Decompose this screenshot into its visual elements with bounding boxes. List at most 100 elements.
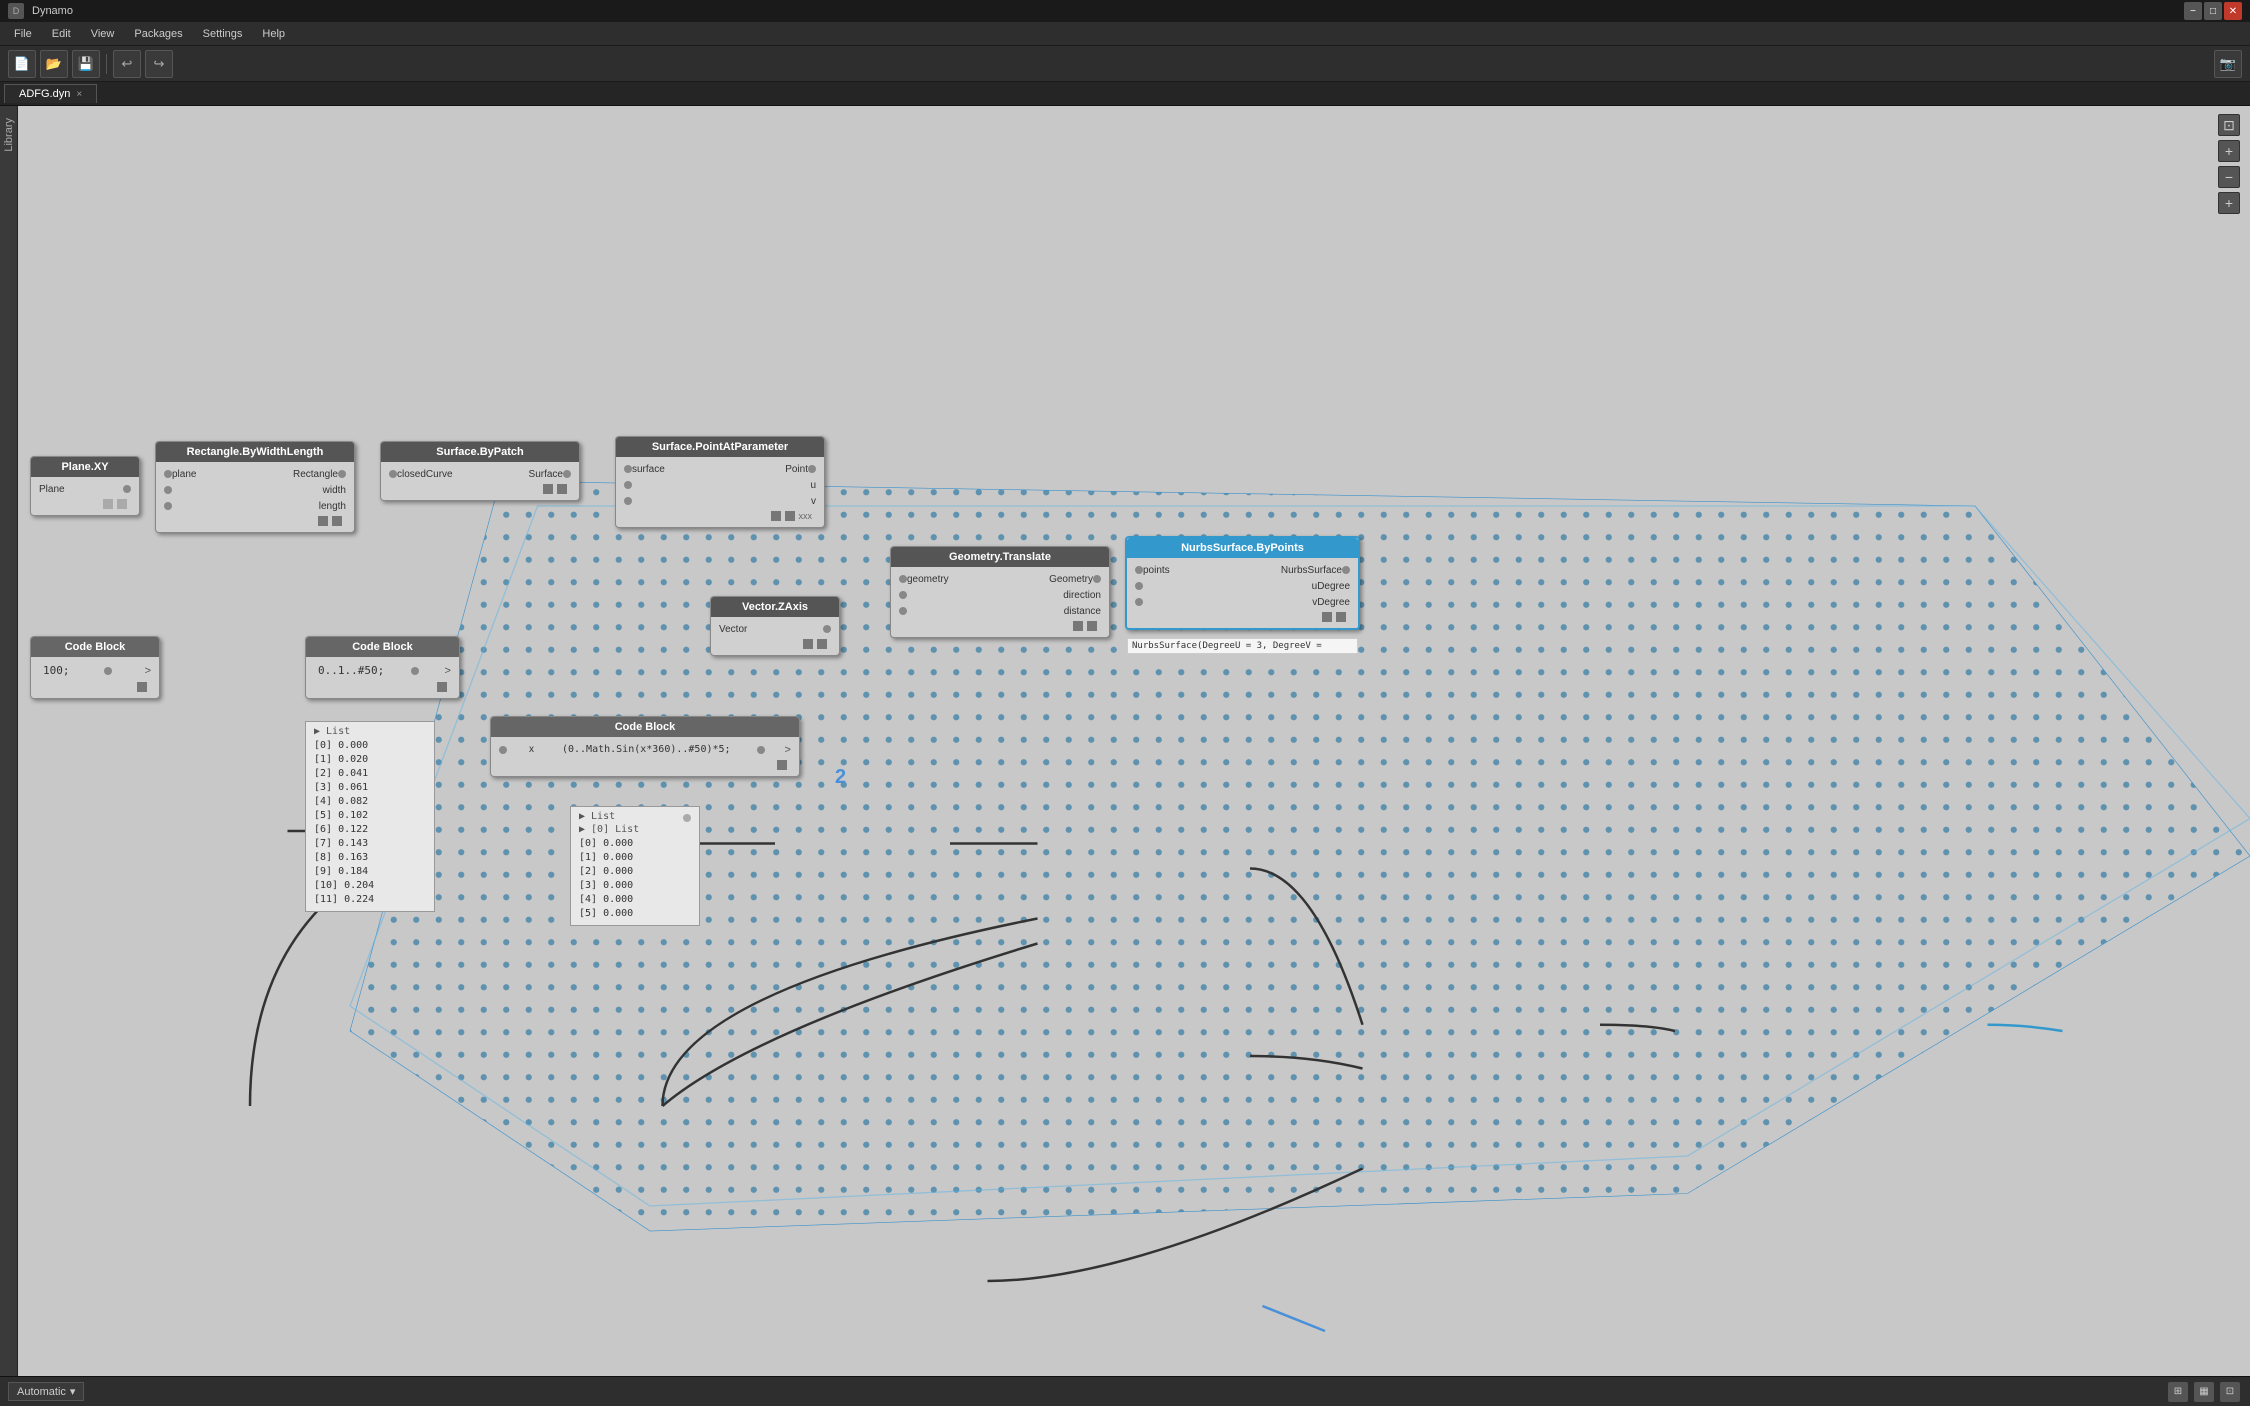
node-rectangle[interactable]: Rectangle.ByWidthLength plane Rectangle … [155, 441, 355, 533]
node-nurbs-surface[interactable]: NurbsSurface.ByPoints points NurbsSurfac… [1125, 536, 1360, 630]
gt-freeze-icon[interactable] [1073, 621, 1083, 631]
tab-adfg[interactable]: ADFG.dyn × [4, 84, 97, 103]
app-title: Dynamo [32, 5, 73, 17]
cb100-freeze-icon[interactable] [137, 682, 147, 692]
port-distance-dot[interactable] [899, 607, 907, 615]
code-range-out-dot[interactable] [411, 667, 419, 675]
menu-packages[interactable]: Packages [124, 26, 192, 42]
close-button[interactable]: ✕ [2224, 2, 2242, 20]
port-nurbs-out-dot[interactable] [1342, 566, 1350, 574]
gt-preview-icon[interactable] [1087, 621, 1097, 631]
node-surface-pointatparam[interactable]: Surface.PointAtParameter surface Point u… [615, 436, 825, 528]
menu-settings[interactable]: Settings [193, 26, 253, 42]
port-plane-in-dot[interactable] [164, 470, 172, 478]
freeze-icon[interactable] [103, 499, 113, 509]
node-plane-xy-body: Plane [31, 477, 139, 515]
open-button[interactable]: 📂 [40, 50, 68, 78]
code-sin-out-dot[interactable] [757, 746, 765, 754]
minimize-button[interactable]: − [2184, 2, 2202, 20]
port-v-label: v [811, 496, 816, 507]
code-sin-x-dot[interactable] [499, 746, 507, 754]
node-code-block-range[interactable]: Code Block 0..1..#50; > [305, 636, 460, 699]
toolbar: 📄 📂 💾 ↩ ↪ 📷 [0, 46, 2250, 82]
rect-freeze-icon[interactable] [318, 516, 328, 526]
port-plane-dot[interactable] [123, 485, 131, 493]
port-direction-dot[interactable] [899, 591, 907, 599]
sb-freeze-icon[interactable] [543, 484, 553, 494]
port-vector-out-dot[interactable] [823, 625, 831, 633]
zoom-reset-button[interactable]: + [2218, 192, 2240, 214]
node-geometry-translate[interactable]: Geometry.Translate geometry Geometry dir… [890, 546, 1110, 638]
port-surface-out-dot[interactable] [563, 470, 571, 478]
redo-button[interactable]: ↪ [145, 50, 173, 78]
vz-preview-icon[interactable] [817, 639, 827, 649]
undo-button[interactable]: ↩ [113, 50, 141, 78]
preview-icon[interactable] [117, 499, 127, 509]
rect-preview-icon[interactable] [332, 516, 342, 526]
new-button[interactable]: 📄 [8, 50, 36, 78]
port-udegree-dot[interactable] [1135, 582, 1143, 590]
menu-file[interactable]: File [4, 26, 42, 42]
ns-freeze-icon[interactable] [1322, 612, 1332, 622]
port-width-dot[interactable] [164, 486, 172, 494]
code-sin-arrow: > [785, 744, 791, 756]
output-list-2-subheader: ▶ [0] List [579, 824, 691, 835]
output-list-2-header: ▶ List [579, 811, 615, 822]
node-plane-xy-header: Plane.XY [31, 457, 139, 477]
vz-freeze-icon[interactable] [803, 639, 813, 649]
node-vector-zaxis[interactable]: Vector.ZAxis Vector [710, 596, 840, 656]
node-plane-xy[interactable]: Plane.XY Plane [30, 456, 140, 516]
port-length-dot[interactable] [164, 502, 172, 510]
node-surface-bypatch[interactable]: Surface.ByPatch closedCurve Surface [380, 441, 580, 501]
fit-view-button[interactable]: ⊡ [2218, 114, 2240, 136]
cbrange-freeze-icon[interactable] [437, 682, 447, 692]
screenshot-button[interactable]: 📷 [2214, 50, 2242, 78]
zoom-in-button[interactable]: + [2218, 140, 2240, 162]
save-button[interactable]: 💾 [72, 50, 100, 78]
node-rectangle-body: plane Rectangle width length [156, 462, 354, 532]
maximize-button[interactable]: □ [2204, 2, 2222, 20]
auto-dropdown[interactable]: Automatic ▾ [8, 1382, 84, 1401]
node-code-block-sin[interactable]: Code Block x (0..Math.Sin(x*360)..#50)*5… [490, 716, 800, 777]
code-100-out-dot[interactable] [104, 667, 112, 675]
node-rectangle-header: Rectangle.ByWidthLength [156, 442, 354, 462]
node-geometry-translate-header: Geometry.Translate [891, 547, 1109, 567]
menu-help[interactable]: Help [252, 26, 295, 42]
cbsin-freeze-icon[interactable] [777, 760, 787, 770]
sp-freeze-icon[interactable] [771, 511, 781, 521]
node-vector-zaxis-header: Vector.ZAxis [711, 597, 839, 617]
port-v-dot[interactable] [624, 497, 632, 505]
output-panel-sin: ▶ List ▶ [0] List [0] 0.000 [1] 0.000 [2… [570, 806, 700, 926]
output-list-1-item-0: [0] 0.000 [314, 739, 426, 753]
port-rect-out-label: Rectangle [293, 469, 338, 480]
port-geometry-out-dot[interactable] [1093, 575, 1101, 583]
port-closedcurve-dot[interactable] [389, 470, 397, 478]
ns-preview-icon[interactable] [1336, 612, 1346, 622]
port-surface-in-dot[interactable] [624, 465, 632, 473]
sp-preview-icon[interactable] [785, 511, 795, 521]
grid-icon[interactable]: ▦ [2194, 1382, 2214, 1402]
port-geometry-in-dot[interactable] [899, 575, 907, 583]
titlebar: D Dynamo − □ ✕ [0, 0, 2250, 22]
port-closedcurve-label: closedCurve [397, 469, 453, 480]
tab-label: ADFG.dyn [19, 88, 70, 100]
port-vdegree-dot[interactable] [1135, 598, 1143, 606]
menu-view[interactable]: View [81, 26, 125, 42]
port-point-out-dot[interactable] [808, 465, 816, 473]
menu-edit[interactable]: Edit [42, 26, 81, 42]
code-block-100-body: 100; > [31, 657, 159, 698]
layout-icon[interactable]: ⊡ [2220, 1382, 2240, 1402]
titlebar-controls[interactable]: − □ ✕ [2184, 2, 2242, 20]
node-code-block-100[interactable]: Code Block 100; > [30, 636, 160, 699]
port-points-in-dot[interactable] [1135, 566, 1143, 574]
library-sidebar[interactable]: Library [0, 106, 18, 1406]
canvas-area[interactable]: Library ⊡ + − + [0, 106, 2250, 1406]
output-list-1-item-4: [4] 0.082 [314, 795, 426, 809]
sb-preview-icon[interactable] [557, 484, 567, 494]
zoom-out-button[interactable]: − [2218, 166, 2240, 188]
code-block-range-header: Code Block [306, 637, 459, 657]
port-rect-out-dot[interactable] [338, 470, 346, 478]
tab-close-icon[interactable]: × [76, 89, 82, 100]
port-u-dot[interactable] [624, 481, 632, 489]
background-preview-icon[interactable]: ⊞ [2168, 1382, 2188, 1402]
